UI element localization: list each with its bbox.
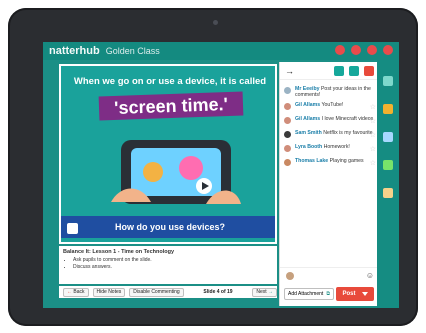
next-icon: → (268, 288, 273, 295)
collapse-arrow-icon[interactable]: → (285, 66, 294, 76)
comment-text: Sam Smith Netflix is my favourite (295, 130, 376, 136)
rail-icon[interactable] (383, 132, 393, 142)
slide-canvas: When we go on or use a device, it is cal… (59, 64, 277, 244)
comment-author[interactable]: Sam Smith (295, 130, 322, 136)
post-button[interactable]: Post (336, 287, 374, 301)
chevron-down-icon[interactable] (361, 292, 368, 296)
avatar (286, 272, 294, 280)
camera-dot (213, 20, 218, 25)
avatar (284, 87, 291, 94)
game-coin (143, 162, 163, 182)
comment-body: Homework! (323, 144, 350, 151)
back-icon: ← (67, 288, 72, 295)
avatar (284, 103, 291, 111)
comment-author[interactable]: Thomas Lake (295, 158, 328, 164)
topbar-icons (335, 45, 393, 55)
comments-header-icons (334, 66, 374, 76)
settings-icon[interactable] (334, 66, 344, 76)
list-item: Sam Smith Netflix is my favourite ☆ (284, 128, 376, 142)
bell-icon[interactable] (335, 45, 345, 55)
avatar (284, 159, 291, 167)
back-button[interactable]: ← Back (63, 287, 89, 297)
comments-header: → (280, 62, 380, 80)
comment-composer: ☺ Add Attachment ⧉ Post (280, 267, 380, 303)
rail-icon[interactable] (383, 160, 393, 170)
comment-text: Lyra Booth Homework! (295, 144, 376, 150)
chat-icon[interactable] (351, 45, 361, 55)
slide-counter: Slide 4 of 19 (203, 289, 233, 295)
list-item: Thomas Lake Playing games ☆ (284, 156, 376, 170)
list-item: Gil Allams YouTube! ☆ (284, 100, 376, 114)
star-icon[interactable]: ☆ (370, 159, 376, 167)
star-icon[interactable]: ☆ (370, 117, 376, 125)
comment-text: Mr Eeeiby Post your ideas in the comment… (295, 86, 376, 98)
next-button[interactable]: Next → (252, 287, 277, 297)
app-screen: natterhub Golden Class When we go on or … (43, 42, 399, 308)
comment-text: Thomas Lake Playing games (295, 158, 376, 164)
emoji-icon[interactable]: ☺ (366, 271, 374, 280)
notes-list: Ask pupils to comment on the slide. Disc… (63, 257, 273, 270)
rail-icon[interactable] (383, 76, 393, 86)
comment-author[interactable]: Gil Allams (295, 116, 320, 122)
rail-icon[interactable] (383, 188, 393, 198)
top-bar: natterhub Golden Class (43, 42, 399, 60)
hide-notes-button[interactable]: Hide Notes (92, 287, 126, 297)
comment-author[interactable]: Lyra Booth (295, 144, 322, 150)
right-rail (377, 60, 399, 308)
brand-logo: natterhub (49, 45, 100, 57)
list-item: Mr Eeeiby Post your ideas in the comment… (284, 84, 376, 100)
slide-controls: ← Back Hide Notes Disable Commenting Sli… (59, 286, 277, 298)
comment-list: Mr Eeeiby Post your ideas in the comment… (280, 82, 380, 170)
slide-headline: When we go on or use a device, it is cal… (73, 76, 267, 87)
post-label: Post (342, 291, 356, 297)
comment-body: YouTube! (321, 102, 344, 109)
teacher-notes: Balance It: Lesson 1 - Time on Technolog… (59, 246, 277, 284)
avatar (284, 131, 291, 139)
list-item: Lyra Booth Homework! ☆ (284, 142, 376, 156)
avatar (284, 117, 291, 125)
notes-title: Balance It: Lesson 1 - Time on Technolog… (63, 249, 175, 255)
star-icon[interactable]: ☆ (370, 103, 376, 111)
slide-question: How do you use devices? (61, 216, 275, 238)
grid-icon[interactable] (349, 66, 359, 76)
slide-highlight: 'screen time.' (98, 91, 244, 121)
tablet-frame: natterhub Golden Class When we go on or … (8, 8, 418, 326)
comment-body: I love Minecraft videos (321, 116, 374, 123)
comment-body: Playing games (329, 158, 364, 165)
comments-panel: → Mr Eeeiby Post your ideas in the comme… (279, 62, 380, 306)
left-rail (43, 60, 59, 308)
rail-icon[interactable] (383, 104, 393, 114)
add-attachment-label: Add Attachment (288, 291, 324, 297)
star-icon[interactable]: ☆ (370, 131, 376, 139)
next-label: Next (256, 288, 267, 295)
star-icon[interactable]: ☆ (370, 145, 376, 153)
disable-commenting-button[interactable]: Disable Commenting (129, 287, 184, 297)
cog-icon[interactable] (383, 45, 393, 55)
class-name: Golden Class (105, 46, 160, 56)
comment-text: Gil Allams I love Minecraft videos (295, 116, 376, 122)
avatar (284, 145, 291, 153)
comment-author[interactable]: Mr Eeeiby (295, 86, 320, 92)
slide-badge-icon (67, 223, 78, 234)
game-hexagon (179, 156, 203, 180)
notes-item: Ask pupils to comment on the slide. (73, 257, 273, 263)
attachment-icon: ⧉ (326, 291, 330, 297)
close-icon[interactable] (364, 66, 374, 76)
device-illustration (111, 140, 241, 204)
notes-item: Discuss answers. (73, 264, 273, 270)
comment-author[interactable]: Gil Allams (295, 102, 320, 108)
add-attachment-button[interactable]: Add Attachment ⧉ (284, 288, 334, 300)
list-item: Gil Allams I love Minecraft videos ☆ (284, 114, 376, 128)
comment-text: Gil Allams YouTube! (295, 102, 376, 108)
heart-icon[interactable] (367, 45, 377, 55)
comment-body: Netflix is my favourite (323, 130, 373, 137)
back-label: Back (73, 288, 85, 295)
